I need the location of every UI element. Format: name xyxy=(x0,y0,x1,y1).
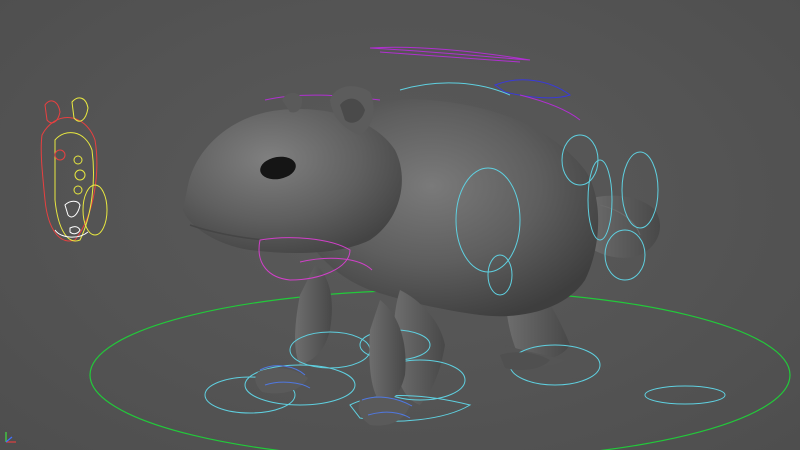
viewport-scene[interactable] xyxy=(0,0,800,450)
front-left-paw xyxy=(255,368,308,394)
squirrel-head xyxy=(183,86,402,253)
ground-ring-control[interactable] xyxy=(89,289,791,450)
axis-gizmo xyxy=(5,432,16,443)
face-picker[interactable] xyxy=(40,97,108,242)
3d-viewport[interactable] xyxy=(0,0,800,450)
